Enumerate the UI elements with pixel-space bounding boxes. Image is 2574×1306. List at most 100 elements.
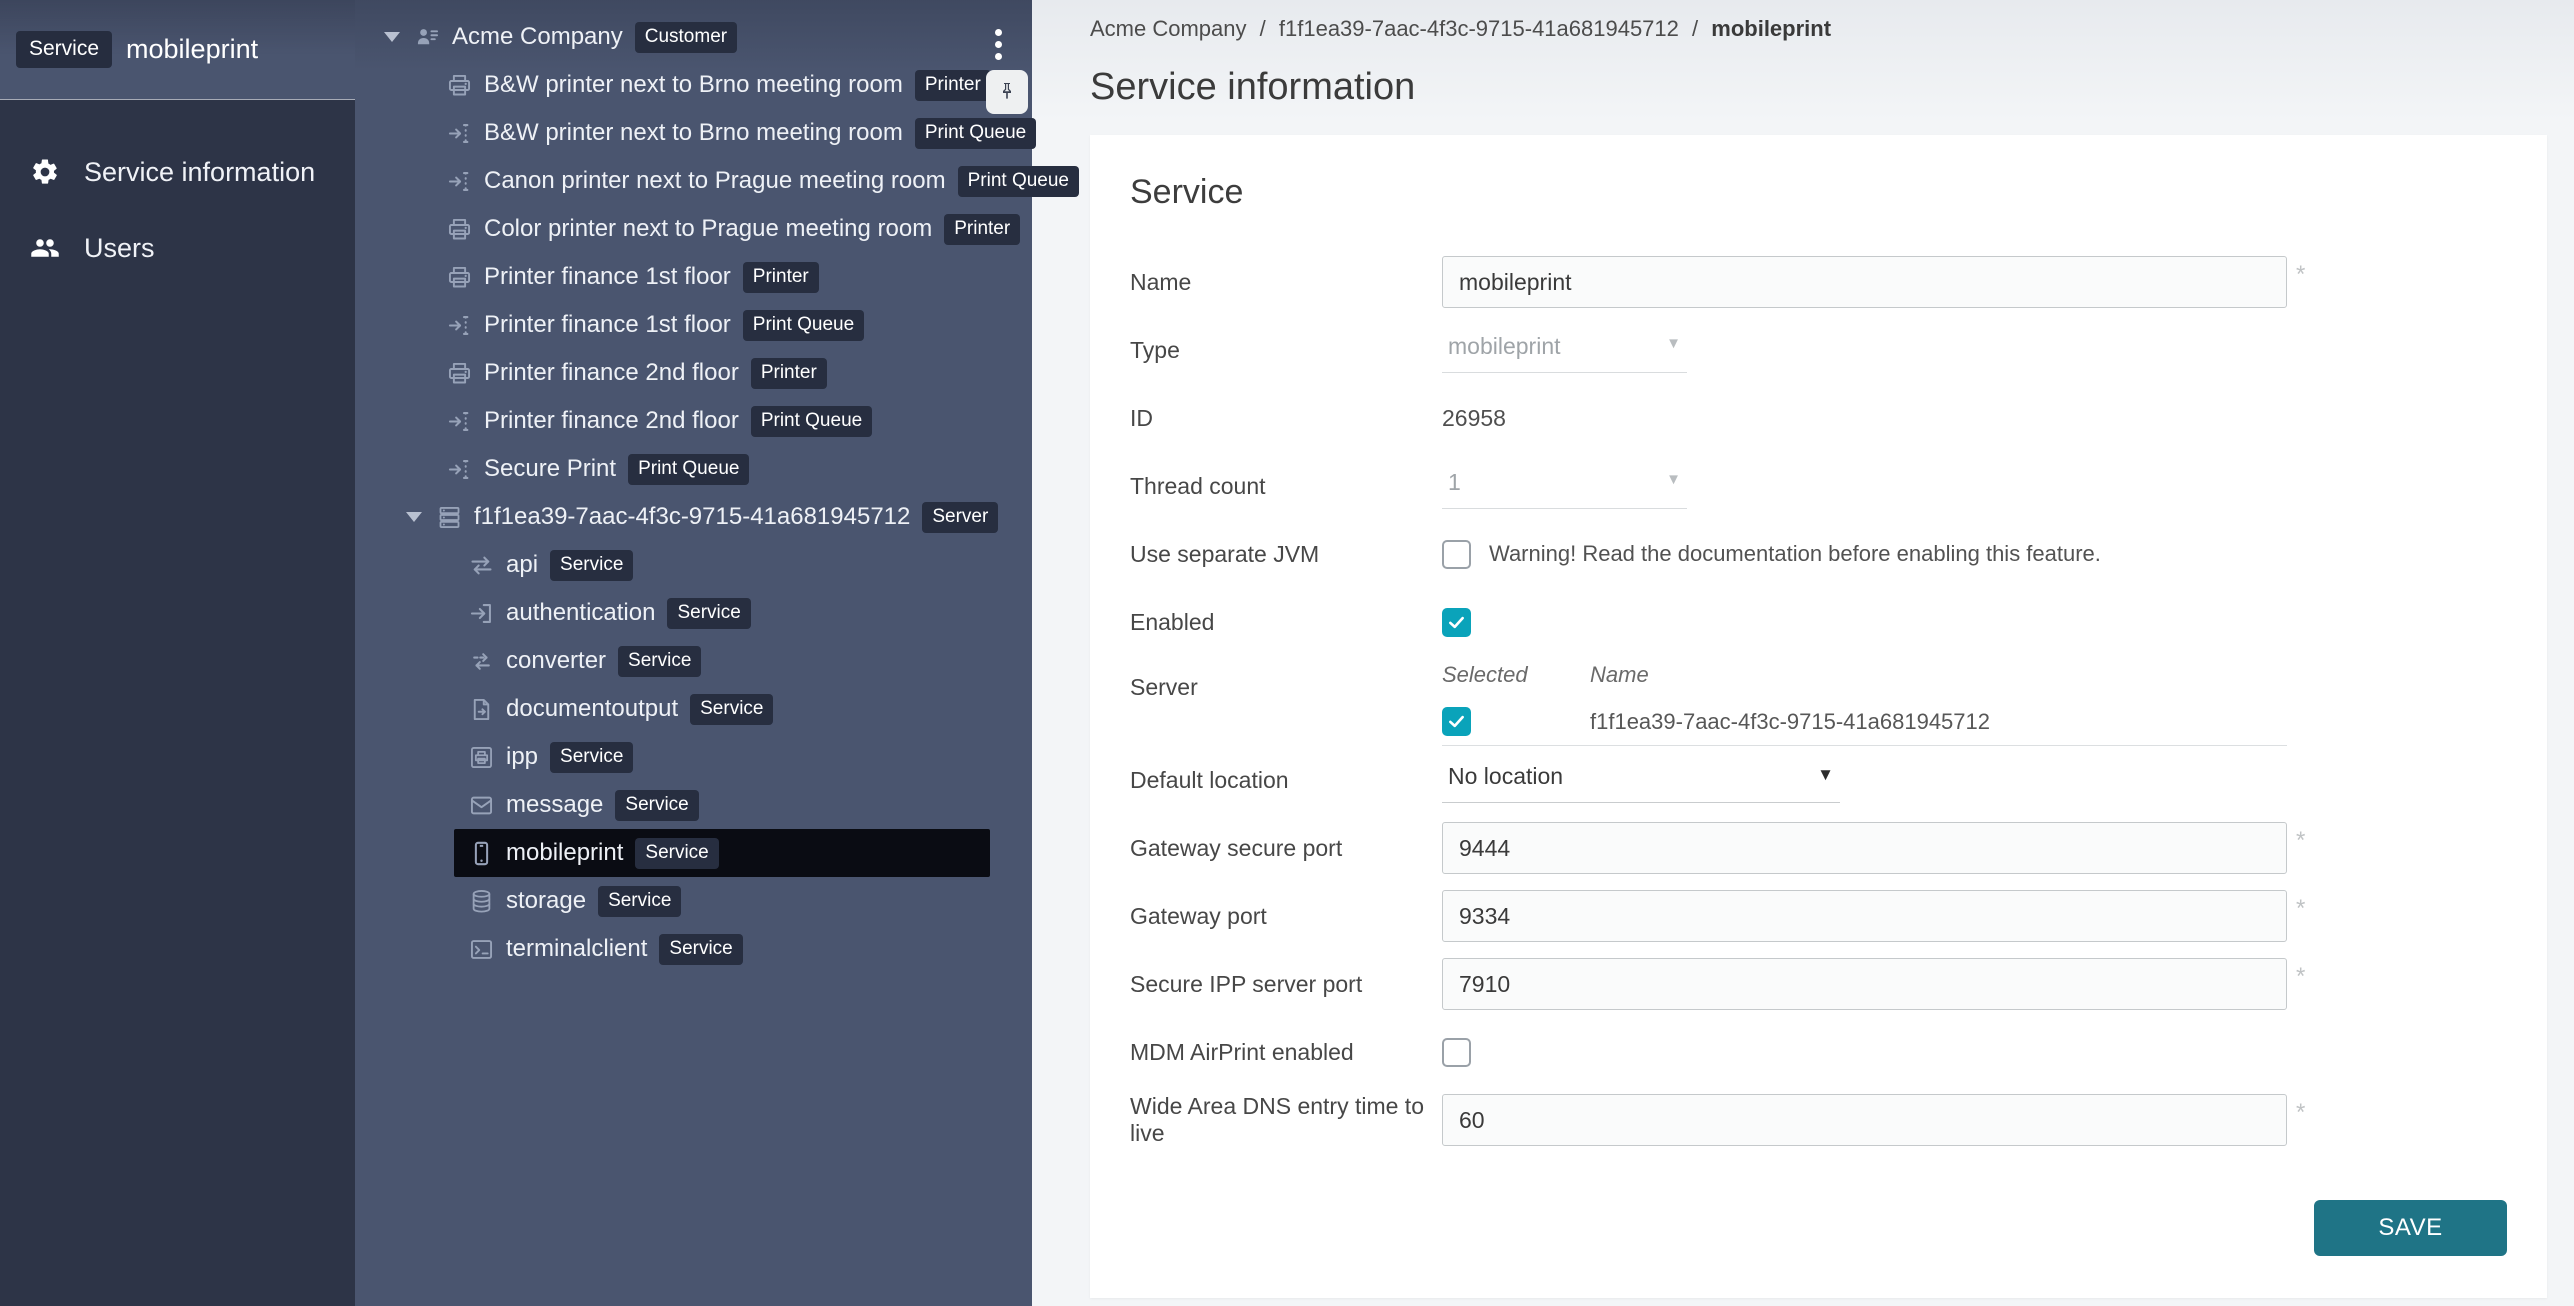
- printer-icon: [446, 72, 473, 99]
- tree-item-label: terminalclient: [506, 935, 647, 963]
- tree-item-server[interactable]: f1f1ea39-7aac-4f3c-9715-41a681945712 Ser…: [396, 493, 990, 541]
- mdm-airprint-checkbox[interactable]: [1442, 1038, 1471, 1067]
- tree-item-service-converter[interactable]: converter Service: [454, 637, 990, 685]
- default-location-label: Default location: [1130, 767, 1442, 794]
- tree-item-service-mobileprint-selected[interactable]: mobileprint Service: [454, 829, 990, 877]
- type-select: mobileprint ▼: [1442, 327, 1687, 373]
- tree-item-badge: Print Queue: [751, 406, 872, 437]
- gateway-secure-port-input[interactable]: [1442, 822, 2287, 874]
- server-col-name: Name: [1590, 662, 2287, 688]
- tree-item-label: Printer finance 2nd floor: [484, 407, 739, 435]
- name-label: Name: [1130, 269, 1442, 296]
- sidebar-item-label: Service information: [84, 157, 315, 188]
- default-location-value: No location: [1448, 763, 1563, 789]
- enabled-checkbox[interactable]: [1442, 608, 1471, 637]
- tree-item-badge: Service: [690, 694, 773, 725]
- tree-item-badge: Print Queue: [915, 118, 1036, 149]
- smartphone-icon: [468, 840, 495, 867]
- save-button[interactable]: SAVE: [2314, 1200, 2507, 1256]
- tree-item-label: B&W printer next to Brno meeting room: [484, 71, 903, 99]
- breadcrumb-server[interactable]: f1f1ea39-7aac-4f3c-9715-41a681945712: [1279, 16, 1679, 41]
- tree-item-badge: Service: [598, 886, 681, 917]
- page-title: Service information: [1090, 66, 2574, 109]
- server-table: Selected Name f1f1ea39-7aac-4f3c-9715-41…: [1442, 660, 2287, 746]
- use-separate-jvm-checkbox[interactable]: [1442, 540, 1471, 569]
- tree-item-service-documentoutput[interactable]: documentoutput Service: [454, 685, 990, 733]
- users-icon: [30, 233, 60, 263]
- tree-item-label: ipp: [506, 743, 538, 771]
- tree-item-printer[interactable]: Color printer next to Prague meeting roo…: [432, 205, 990, 253]
- type-label: Type: [1130, 337, 1442, 364]
- tree-item-printer[interactable]: B&W printer next to Brno meeting room Pr…: [432, 61, 990, 109]
- tree-item-service-terminalclient[interactable]: terminalclient Service: [454, 925, 990, 973]
- tree-item-print-queue[interactable]: B&W printer next to Brno meeting room Pr…: [432, 109, 990, 157]
- app-sidebar: Service mobileprint Service information …: [0, 0, 355, 1306]
- tree-item-service-api[interactable]: api Service: [454, 541, 990, 589]
- form-actions: SAVE: [1130, 1200, 2507, 1256]
- tree-item-badge: Printer: [944, 214, 1020, 245]
- tree-item-badge: Customer: [635, 22, 737, 53]
- server-table-row: f1f1ea39-7aac-4f3c-9715-41a681945712: [1442, 698, 2287, 746]
- form-row-server: Server Selected Name f1f1ea39-7aac-4f3c-…: [1130, 656, 2507, 746]
- tree-item-badge: Print Queue: [958, 166, 1079, 197]
- tree-item-badge: Print Queue: [628, 454, 749, 485]
- sidebar-item-label: Users: [84, 233, 155, 264]
- print-queue-icon: [446, 456, 473, 483]
- required-marker: *: [2296, 895, 2305, 923]
- tree-item-printer[interactable]: Printer finance 2nd floor Printer: [432, 349, 990, 397]
- wide-area-dns-ttl-label: Wide Area DNS entry time to live: [1130, 1093, 1442, 1147]
- tree-item-label: Printer finance 1st floor: [484, 311, 731, 339]
- database-icon: [468, 888, 495, 915]
- card-heading: Service: [1130, 173, 2507, 212]
- form-row-gateway-secure-port: Gateway secure port *: [1130, 814, 2507, 882]
- tree-item-print-queue[interactable]: Canon printer next to Prague meeting roo…: [432, 157, 990, 205]
- use-separate-jvm-label: Use separate JVM: [1130, 541, 1442, 568]
- form-row-gateway-port: Gateway port *: [1130, 882, 2507, 950]
- form-row-mdm-airprint: MDM AirPrint enabled: [1130, 1018, 2507, 1086]
- breadcrumb: Acme Company / f1f1ea39-7aac-4f3c-9715-4…: [1090, 16, 2574, 42]
- tree-item-label: f1f1ea39-7aac-4f3c-9715-41a681945712: [474, 503, 910, 531]
- tree-item-service-authentication[interactable]: authentication Service: [454, 589, 990, 637]
- kebab-menu-icon[interactable]: [984, 22, 1012, 66]
- server-table-header: Selected Name: [1442, 660, 2287, 698]
- server-col-selected: Selected: [1442, 662, 1590, 688]
- print-queue-icon: [446, 120, 473, 147]
- tree-item-badge: Service: [615, 790, 698, 821]
- breadcrumb-current: mobileprint: [1711, 16, 1831, 41]
- pin-panel-button[interactable]: [986, 70, 1028, 114]
- id-value: 26958: [1442, 405, 1506, 432]
- default-location-select[interactable]: No location ▼: [1442, 757, 1840, 803]
- breadcrumb-separator: /: [1692, 16, 1698, 41]
- expander-icon[interactable]: [406, 512, 422, 522]
- form-row-name: Name *: [1130, 248, 2507, 316]
- server-selected-checkbox[interactable]: [1442, 707, 1471, 736]
- tree-item-print-queue[interactable]: Secure Print Print Queue: [432, 445, 990, 493]
- tree-item-print-queue[interactable]: Printer finance 2nd floor Print Queue: [432, 397, 990, 445]
- tree-item-print-queue[interactable]: Printer finance 1st floor Print Queue: [432, 301, 990, 349]
- pin-icon: [995, 80, 1019, 104]
- tree-item-badge: Print Queue: [743, 310, 864, 341]
- thread-count-select: 1 ▼: [1442, 463, 1687, 509]
- printer-icon: [446, 264, 473, 291]
- tree-item-badge: Service: [618, 646, 701, 677]
- tree-item-service-ipp[interactable]: ipp Service: [454, 733, 990, 781]
- sidebar-item-service-information[interactable]: Service information: [0, 134, 355, 210]
- name-input[interactable]: [1442, 256, 2287, 308]
- tree-item-label: message: [506, 791, 603, 819]
- tree-item-service-message[interactable]: message Service: [454, 781, 990, 829]
- expander-icon[interactable]: [384, 32, 400, 42]
- required-marker: *: [2296, 1099, 2305, 1127]
- breadcrumb-customer[interactable]: Acme Company: [1090, 16, 1247, 41]
- sidebar-item-users[interactable]: Users: [0, 210, 355, 286]
- tree-item-label: Color printer next to Prague meeting roo…: [484, 215, 932, 243]
- enabled-label: Enabled: [1130, 609, 1442, 636]
- gateway-port-input[interactable]: [1442, 890, 2287, 942]
- form-row-wide-area-dns-ttl: Wide Area DNS entry time to live *: [1130, 1086, 2507, 1154]
- type-select-value: mobileprint: [1448, 333, 1561, 359]
- secure-ipp-server-port-input[interactable]: [1442, 958, 2287, 1010]
- form-row-use-separate-jvm: Use separate JVM Warning! Read the docum…: [1130, 520, 2507, 588]
- tree-item-printer[interactable]: Printer finance 1st floor Printer: [432, 253, 990, 301]
- tree-item-service-storage[interactable]: storage Service: [454, 877, 990, 925]
- wide-area-dns-ttl-input[interactable]: [1442, 1094, 2287, 1146]
- tree-item-acme-company[interactable]: Acme Company Customer: [374, 13, 990, 61]
